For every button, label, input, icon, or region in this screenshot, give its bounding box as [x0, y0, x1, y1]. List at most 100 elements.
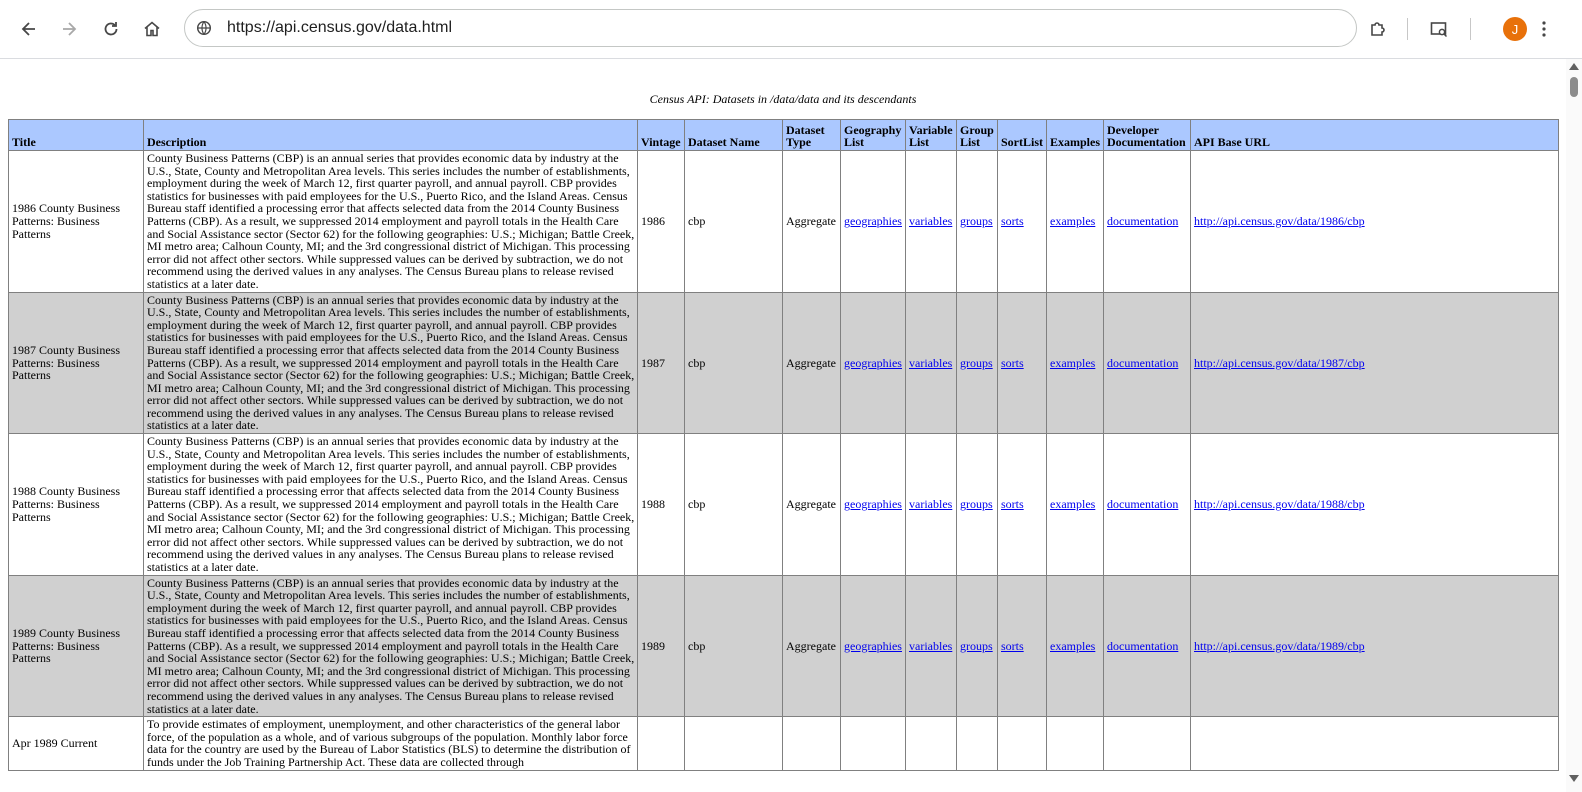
cell-description: County Business Patterns (CBP) is an ann…	[143, 433, 638, 576]
base-url-link[interactable]: http://api.census.gov/data/1987/cbp	[1194, 356, 1365, 370]
cell-title: Apr 1989 Current	[8, 716, 144, 771]
table-row: 1987 County Business Patterns: Business …	[8, 291, 1559, 435]
back-arrow-icon	[21, 22, 35, 36]
geography-link[interactable]: geographies	[844, 639, 902, 653]
sorts-link[interactable]: sorts	[1001, 497, 1024, 511]
cell-title: 1986 County Business Patterns: Business …	[8, 150, 144, 293]
groups-link[interactable]: groups	[960, 214, 993, 228]
cell-sorts: sorts	[997, 150, 1047, 293]
cell-examples: examples	[1046, 574, 1104, 718]
cell-sorts	[997, 716, 1047, 771]
variables-link[interactable]: variables	[909, 214, 952, 228]
cell-vintage: 1986	[637, 150, 685, 293]
documentation-link[interactable]: documentation	[1107, 497, 1178, 511]
examples-link[interactable]: examples	[1050, 214, 1095, 228]
examples-link[interactable]: examples	[1050, 356, 1095, 370]
examples-link[interactable]: examples	[1050, 497, 1095, 511]
cell-vintage	[637, 716, 685, 771]
vertical-scrollbar[interactable]	[1566, 59, 1582, 792]
cell-geography: geographies	[840, 574, 906, 718]
scroll-up-arrow-icon[interactable]	[1569, 63, 1579, 70]
cell-title: 1989 County Business Patterns: Business …	[8, 574, 144, 718]
table-row: 1988 County Business Patterns: Business …	[8, 433, 1559, 576]
cell-documentation	[1103, 716, 1191, 771]
groups-link[interactable]: groups	[960, 497, 993, 511]
profile-avatar[interactable]: J	[1503, 17, 1527, 41]
cell-groups: groups	[956, 574, 998, 718]
tab-search-button[interactable]	[1422, 12, 1456, 46]
cell-vintage: 1989	[637, 574, 685, 718]
base-url-link[interactable]: http://api.census.gov/data/1989/cbp	[1194, 639, 1365, 653]
toolbar-separator	[1407, 18, 1408, 40]
cell-dataset-name: cbp	[684, 150, 783, 293]
puzzle-piece-icon	[1371, 22, 1385, 36]
back-button[interactable]	[12, 12, 46, 46]
variables-link[interactable]: variables	[909, 356, 952, 370]
sorts-link[interactable]: sorts	[1001, 214, 1024, 228]
variables-link[interactable]: variables	[909, 639, 952, 653]
column-header-sortlist: SortList	[997, 119, 1047, 151]
cell-sorts: sorts	[997, 291, 1047, 435]
base-url-link[interactable]: http://api.census.gov/data/1988/cbp	[1194, 497, 1365, 511]
cell-dataset-type: Aggregate	[782, 433, 841, 576]
cell-title: 1987 County Business Patterns: Business …	[8, 291, 144, 435]
cell-dataset-type: Aggregate	[782, 150, 841, 293]
cell-sorts: sorts	[997, 433, 1047, 576]
reload-icon	[104, 22, 118, 36]
url-text[interactable]: https://api.census.gov/data.html	[227, 19, 452, 37]
variables-link[interactable]: variables	[909, 497, 952, 511]
scroll-thumb[interactable]	[1570, 77, 1578, 97]
toolbar-separator	[1470, 18, 1471, 40]
column-header-description: Description	[143, 119, 638, 151]
column-header-variable-list: Variable List	[905, 119, 957, 151]
cell-base-url: http://api.census.gov/data/1987/cbp	[1190, 291, 1559, 435]
geography-link[interactable]: geographies	[844, 497, 902, 511]
site-info-icon[interactable]	[193, 17, 215, 39]
home-button[interactable]	[135, 12, 169, 46]
column-header-vintage: Vintage	[637, 119, 685, 151]
cell-description: To provide estimates of employment, unem…	[143, 716, 638, 771]
examples-link[interactable]: examples	[1050, 639, 1095, 653]
geography-link[interactable]: geographies	[844, 356, 902, 370]
documentation-link[interactable]: documentation	[1107, 639, 1178, 653]
geography-link[interactable]: geographies	[844, 214, 902, 228]
column-header-dataset-name: Dataset Name	[684, 119, 783, 151]
cell-groups: groups	[956, 433, 998, 576]
groups-link[interactable]: groups	[960, 356, 993, 370]
page-viewport: Census API: Datasets in /data/data and i…	[0, 59, 1566, 792]
cell-dataset-type	[782, 716, 841, 771]
scroll-down-arrow-icon[interactable]	[1569, 775, 1579, 782]
reload-button[interactable]	[94, 12, 128, 46]
column-header-examples: Examples	[1046, 119, 1104, 151]
extensions-button[interactable]	[1361, 12, 1395, 46]
cell-description: County Business Patterns (CBP) is an ann…	[143, 291, 638, 435]
cell-examples: examples	[1046, 291, 1104, 435]
cell-groups: groups	[956, 150, 998, 293]
documentation-link[interactable]: documentation	[1107, 214, 1178, 228]
column-header-geography-list: Geography List	[840, 119, 906, 151]
address-bar[interactable]: https://api.census.gov/data.html	[184, 9, 1357, 47]
cell-sorts: sorts	[997, 574, 1047, 718]
table-row: 1989 County Business Patterns: Business …	[8, 574, 1559, 718]
menu-button[interactable]	[1527, 12, 1561, 46]
column-header-title: Title	[8, 119, 144, 151]
documentation-link[interactable]: documentation	[1107, 356, 1178, 370]
base-url-link[interactable]: http://api.census.gov/data/1986/cbp	[1194, 214, 1365, 228]
table-header-row: Title Description Vintage Dataset Name Datas…	[8, 119, 1559, 151]
browser-toolbar: https://api.census.gov/data.html J	[0, 0, 1582, 59]
sorts-link[interactable]: sorts	[1001, 356, 1024, 370]
cell-documentation: documentation	[1103, 291, 1191, 435]
cell-examples: examples	[1046, 433, 1104, 576]
sorts-link[interactable]: sorts	[1001, 639, 1024, 653]
cell-dataset-type: Aggregate	[782, 291, 841, 435]
cell-vintage: 1987	[637, 291, 685, 435]
cell-dataset-type: Aggregate	[782, 574, 841, 718]
column-header-dataset-type: Dataset Type	[782, 119, 841, 151]
forward-button[interactable]	[52, 12, 86, 46]
cell-variables	[905, 716, 957, 771]
cell-description: County Business Patterns (CBP) is an ann…	[143, 150, 638, 293]
cell-dataset-name: cbp	[684, 433, 783, 576]
cell-dataset-name: cbp	[684, 291, 783, 435]
groups-link[interactable]: groups	[960, 639, 993, 653]
cell-description: County Business Patterns (CBP) is an ann…	[143, 574, 638, 718]
